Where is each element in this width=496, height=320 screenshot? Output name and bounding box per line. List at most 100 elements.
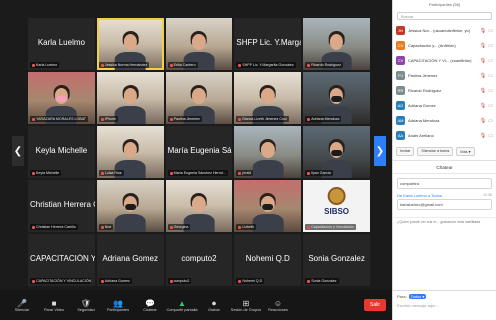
muted-mic-icon <box>100 117 104 121</box>
muted-mic-icon <box>307 63 311 67</box>
avatar: AG <box>396 101 405 110</box>
participant-row[interactable]: PJ Paulina Jimenez 🎙 ▭ <box>396 68 493 83</box>
participant-row[interactable]: AA Anahi Arellano 🎙 ▭ <box>396 128 493 143</box>
participant-row[interactable]: CV Capacitación y... (Anfitrión) 🎙 ▭ <box>396 38 493 53</box>
participant-name-tag-text: Paulina Jimenez <box>173 117 200 121</box>
chat-message-header: De Karla Luelmo a Todos 12:35 <box>397 193 492 198</box>
stop-video-button[interactable]: ■ Parar Video <box>38 299 70 312</box>
participant-name-tag-text: computo2 <box>173 279 190 283</box>
video-tile[interactable]: Sonia Gonzalez Sonia Gonzalez <box>303 234 370 286</box>
participant-name-tag-text: Lizbeth <box>242 225 254 229</box>
security-label: Seguridad <box>77 307 95 312</box>
participant-name-tag-text: Ilyan García <box>311 171 331 175</box>
next-page-arrow-icon[interactable]: ❯ <box>374 136 386 166</box>
video-tile[interactable]: Ilyan García <box>303 126 370 178</box>
participant-display-name: Christian Herrera C... <box>30 199 95 209</box>
muted-mic-icon <box>307 171 311 175</box>
video-tile[interactable]: Blanca Lizeth Jimenez Cruz <box>234 72 302 124</box>
chat-message-text: karlaluelmo@gmail.com <box>397 199 492 210</box>
muted-mic-icon <box>238 171 242 175</box>
video-camera-icon: ▭ <box>488 102 493 109</box>
video-tile[interactable]: computo2 computo2 <box>165 234 233 286</box>
participant-name-tag: Blanca Lizeth Jimenez Cruz <box>236 116 289 122</box>
participant-video <box>252 137 284 178</box>
video-tile[interactable]: Adriana Gomez Adriana Gomez <box>96 234 164 286</box>
avatar: RR <box>396 86 405 95</box>
participant-name-tag-text: Nohemi Q.D <box>242 279 263 283</box>
record-button[interactable]: ⏺ Grabar <box>198 299 230 312</box>
participant-name-tag: Ilyan García <box>305 170 333 176</box>
video-tile[interactable]: Nohemi Q.D Nohemi Q.D <box>234 234 302 286</box>
participant-name-tag-text: Christian Herrera Carrillo <box>36 225 76 229</box>
video-tile[interactable]: Adriana Mendoza <box>303 72 370 124</box>
muted-mic-icon <box>100 225 104 229</box>
video-tile[interactable]: SIBSO Capacitación y Vinculación <box>303 180 370 232</box>
reactions-icon: ☺ <box>273 298 283 308</box>
video-tile[interactable]: Christian Herrera C... Christian Herrera … <box>28 180 95 232</box>
video-tile[interactable]: CAPACITACIÓN Y V... CAPACITACIÓN Y VINCUL… <box>28 234 95 286</box>
muted-mic-icon <box>307 279 311 283</box>
more-button[interactable]: Más ▾ <box>456 147 475 156</box>
participant-name: Jessica Nor... (usuarioAnfitrión, yo) <box>408 28 471 33</box>
muted-mic-icon: 🎙 <box>479 57 487 64</box>
muted-mic-icon: 🎙 <box>479 87 487 94</box>
muted-mic-icon <box>169 171 173 175</box>
participant-list: JN Jessica Nor... (usuarioAnfitrión, yo) 🎙… <box>393 23 496 143</box>
muted-mic-icon <box>32 63 35 67</box>
video-tile[interactable]: Georgina <box>165 180 233 232</box>
security-button[interactable]: 🛡 Seguridad <box>70 299 102 312</box>
participant-row[interactable]: AG Adriana Gomez 🎙 ▭ <box>396 98 493 113</box>
video-tile[interactable]: Ricardo Rodriguez <box>303 18 370 70</box>
participant-row[interactable]: AM Adriana Mendoza 🎙 ▭ <box>396 113 493 128</box>
participant-name-tag-text: María Eugenia Sánchez Hernd... <box>173 171 226 175</box>
participant-name-tag-text: Capacitación y Vinculación <box>311 225 355 229</box>
video-tile[interactable]: Keyla Michelle Keyla Michelle <box>28 126 95 178</box>
reactions-button[interactable]: ☺ Reacciones <box>262 299 294 312</box>
video-tile[interactable]: SHFP Lic. Y.Margari... SHFP Lic. Y.Margar… <box>234 18 302 70</box>
muted-mic-icon: 🎙 <box>479 102 487 109</box>
recipient-dropdown[interactable]: Todos ▾ <box>408 294 427 299</box>
video-tile[interactable]: Noe <box>96 180 164 232</box>
participant-row[interactable]: CV CAPACITACIÓN Y VI... (coanfitrión) 🎙 ▭ <box>396 53 493 68</box>
participant-name-tag: Capacitación y Vinculación <box>305 224 357 230</box>
breakout-label: Sesión de Grupos <box>230 307 262 312</box>
avatar: AM <box>396 116 405 125</box>
muted-mic-icon <box>169 279 173 283</box>
share-screen-button[interactable]: ▲ Compartir pantalla <box>166 299 198 312</box>
video-tile[interactable]: Karla Luelmo Karla Luelmo <box>28 18 95 70</box>
video-tile[interactable]: Luisa Rios <box>96 126 164 178</box>
invite-button[interactable]: Invitar <box>396 147 415 156</box>
breakout-button[interactable]: ⊞ Sesión de Grupos <box>230 299 262 312</box>
chat-message-input[interactable]: Escribir mensaje aquí... <box>397 303 493 308</box>
video-tile[interactable]: Jessica Norma Hernández <box>96 18 164 70</box>
video-camera-icon: ▭ <box>488 132 493 139</box>
share-screen-icon: ▲ <box>178 298 186 308</box>
mute-button[interactable]: 🎤 Silenciar <box>6 299 38 312</box>
muted-mic-icon <box>169 63 173 67</box>
video-tile[interactable]: Lizbeth <box>234 180 302 232</box>
video-camera-icon: ▭ <box>488 72 493 79</box>
video-tile[interactable]: María Eugenia Sánc... María Eugenia Sánch… <box>165 126 233 178</box>
video-tile[interactable]: YARAZARA MORALES LOBAT <box>28 72 95 124</box>
avatar: JN <box>396 26 405 35</box>
video-tile[interactable]: Erika Cantero <box>165 18 233 70</box>
participant-display-name: Adriana Gomez <box>102 253 158 263</box>
participant-name: Anahi Arellano <box>408 133 434 138</box>
participant-name: Adriana Gomez <box>408 103 436 108</box>
participant-row[interactable]: RR Ricardo Rodriguez 🎙 ▭ <box>396 83 493 98</box>
leave-meeting-button[interactable]: Salir <box>363 299 386 311</box>
participant-name-tag: Erika Cantero <box>167 62 198 68</box>
participant-display-name: CAPACITACIÓN Y V... <box>30 253 95 263</box>
video-tile[interactable]: iPhone <box>96 72 164 124</box>
participant-name-tag-text: YARAZARA MORALES LOBAT <box>36 117 86 121</box>
participant-name-tag: YARAZARA MORALES LOBAT <box>30 116 88 122</box>
previous-page-arrow-icon[interactable]: ❮ <box>12 136 24 166</box>
participant-search-input[interactable]: Buscar <box>397 12 492 20</box>
video-tile[interactable]: jerald <box>234 126 302 178</box>
chat-button[interactable]: 💬 Chatear <box>134 299 166 312</box>
record-icon: ⏺ <box>212 298 216 308</box>
mute-all-button[interactable]: Silenciar a todos <box>417 147 454 156</box>
video-tile[interactable]: Paulina Jimenez <box>165 72 233 124</box>
participant-row[interactable]: JN Jessica Nor... (usuarioAnfitrión, yo) 🎙… <box>396 23 493 38</box>
participants-button[interactable]: 👥 Participantes <box>102 299 134 312</box>
